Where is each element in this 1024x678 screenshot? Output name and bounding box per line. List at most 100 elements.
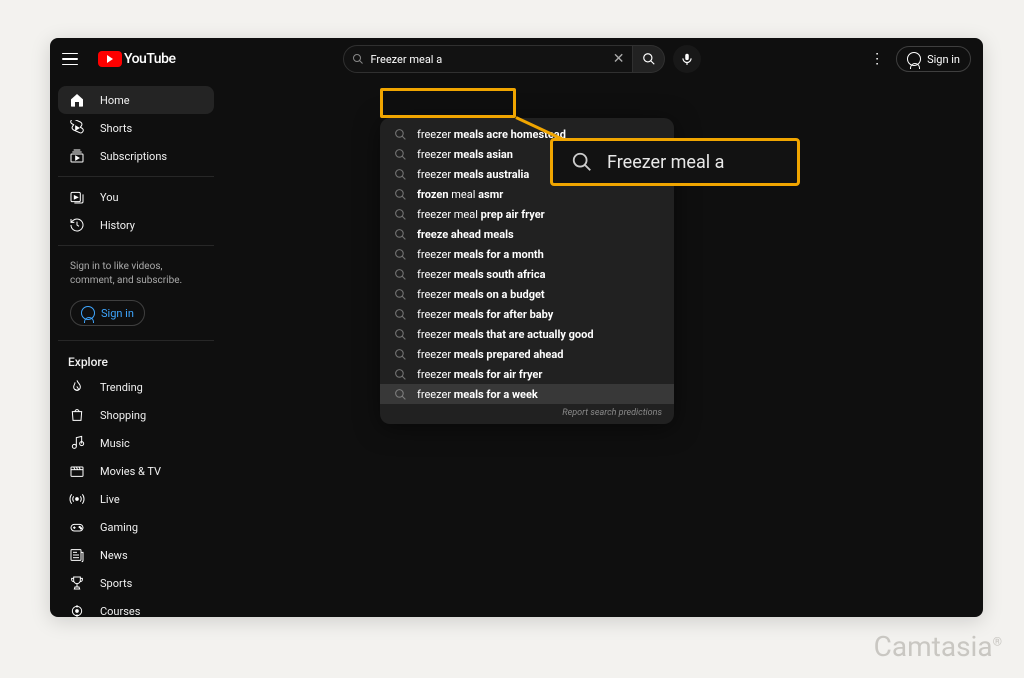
sidebar-item-home[interactable]: Home — [58, 86, 214, 114]
sidebar-item-gaming[interactable]: Gaming — [58, 513, 214, 541]
sidebar-item-label: Music — [100, 437, 130, 450]
suggestion-item[interactable]: freezer meals south africa — [380, 264, 674, 284]
suggestion-text: freezer meals australia — [417, 168, 529, 181]
suggestion-item[interactable]: freezer meals that are actually good — [380, 324, 674, 344]
sidebar-item-trending[interactable]: Trending — [58, 373, 214, 401]
suggestion-item[interactable]: freezer meals for a month — [380, 244, 674, 264]
sidebar-item-label: Subscriptions — [100, 150, 167, 163]
sidebar-item-label: Movies & TV — [100, 465, 161, 478]
search-wrap: ✕ — [343, 45, 701, 73]
more-options-icon[interactable]: ⋮ — [870, 51, 884, 67]
shorts-icon — [68, 119, 86, 137]
clear-icon[interactable]: ✕ — [613, 51, 625, 67]
search-icon — [394, 288, 407, 301]
menu-icon[interactable] — [62, 47, 86, 71]
search-icon — [394, 228, 407, 241]
search-icon — [394, 348, 407, 361]
signin-prompt: Sign in to like videos, comment, and sub… — [58, 252, 214, 296]
sidebar-item-courses[interactable]: Courses — [58, 597, 214, 617]
sidebar-item-music[interactable]: Music — [58, 429, 214, 457]
search-icon — [394, 168, 407, 181]
sidebar-item-news[interactable]: News — [58, 541, 214, 569]
suggestion-item[interactable]: freezer meal prep air fryer — [380, 204, 674, 224]
suggestion-item[interactable]: frozen meal asmr — [380, 184, 674, 204]
search-icon — [394, 248, 407, 261]
sidebar-item-label: Trending — [100, 381, 143, 394]
sidebar-item-label: Gaming — [100, 521, 138, 534]
sidebar-item-live[interactable]: Live — [58, 485, 214, 513]
person-icon — [81, 306, 95, 320]
explore-heading: Explore — [58, 347, 214, 373]
search-icon — [394, 268, 407, 281]
signin-button[interactable]: Sign in — [896, 46, 971, 72]
suggestion-text: freezer meals for a week — [417, 388, 538, 401]
sidebar: Home Shorts Subscriptions You History Si… — [50, 80, 222, 617]
suggestion-item[interactable]: freeze ahead meals — [380, 224, 674, 244]
youtube-logo[interactable]: YouTube — [98, 51, 175, 67]
sidebar-item-movies-tv[interactable]: Movies & TV — [58, 457, 214, 485]
sidebar-item-label: Courses — [100, 605, 140, 618]
suggestion-item[interactable]: freezer meals for after baby — [380, 304, 674, 324]
sidebar-item-subscriptions[interactable]: Subscriptions — [58, 142, 214, 170]
sidebar-item-sports[interactable]: Sports — [58, 569, 214, 597]
sidebar-item-you[interactable]: You — [58, 183, 214, 211]
sidebar-item-label: News — [100, 549, 128, 562]
sidebar-item-history[interactable]: History — [58, 211, 214, 239]
search-icon — [642, 52, 656, 66]
annotation-callout: Freezer meal a — [550, 138, 800, 186]
voice-search-button[interactable] — [673, 45, 701, 73]
search-icon — [394, 328, 407, 341]
suggestion-item[interactable]: freezer meals for air fryer — [380, 364, 674, 384]
search-icon — [394, 388, 407, 401]
trending-icon — [68, 378, 86, 396]
suggestion-text: freeze ahead meals — [417, 228, 514, 241]
suggestion-text: freezer meals south africa — [417, 268, 545, 281]
suggestion-item[interactable]: freezer meals on a budget — [380, 284, 674, 304]
search-icon — [394, 208, 407, 221]
highlight-frame-search — [380, 88, 516, 118]
search-icon — [394, 368, 407, 381]
suggestion-text: freezer meals for a month — [417, 248, 544, 261]
movies-tv-icon — [68, 462, 86, 480]
suggestion-item[interactable]: freezer meals prepared ahead — [380, 344, 674, 364]
search-box[interactable]: ✕ — [343, 45, 633, 73]
sidebar-item-label: Home — [100, 94, 130, 107]
youtube-play-icon — [98, 51, 122, 67]
sidebar-item-label: Live — [100, 493, 120, 506]
you-icon — [68, 188, 86, 206]
sidebar-item-shorts[interactable]: Shorts — [58, 114, 214, 142]
gaming-icon — [68, 518, 86, 536]
search-button[interactable] — [633, 45, 665, 73]
search-icon — [571, 151, 593, 173]
camtasia-watermark: Camtasia® — [874, 630, 1002, 664]
report-predictions-link[interactable]: Report search predictions — [380, 404, 674, 420]
person-icon — [907, 52, 921, 66]
sidebar-item-label: Sports — [100, 577, 132, 590]
courses-icon — [68, 602, 86, 617]
suggestion-text: freezer meals for after baby — [417, 308, 553, 321]
search-icon — [352, 53, 364, 65]
live-icon — [68, 490, 86, 508]
suggestion-text: freezer meal prep air fryer — [417, 208, 545, 221]
signin-label: Sign in — [101, 307, 134, 320]
search-icon — [394, 308, 407, 321]
suggestion-text: freezer meals that are actually good — [417, 328, 594, 341]
shopping-icon — [68, 406, 86, 424]
sidebar-item-shopping[interactable]: Shopping — [58, 401, 214, 429]
suggestion-text: freezer meals for air fryer — [417, 368, 542, 381]
sidebar-item-label: Shopping — [100, 409, 146, 422]
sidebar-item-label: Shorts — [100, 122, 132, 135]
suggestion-text: freezer meals asian — [417, 148, 513, 161]
home-icon — [68, 91, 86, 109]
subscriptions-icon — [68, 147, 86, 165]
app-header: YouTube ✕ ⋮ Sign in — [50, 38, 983, 80]
sidebar-signin-button[interactable]: Sign in — [70, 300, 145, 326]
suggestion-item[interactable]: freezer meals for a week — [380, 384, 674, 404]
brand-text: YouTube — [124, 51, 175, 67]
microphone-icon — [680, 52, 694, 66]
suggestion-text: freezer meals on a budget — [417, 288, 545, 301]
signin-label: Sign in — [927, 53, 960, 66]
news-icon — [68, 546, 86, 564]
search-input[interactable] — [370, 53, 612, 66]
search-icon — [394, 148, 407, 161]
